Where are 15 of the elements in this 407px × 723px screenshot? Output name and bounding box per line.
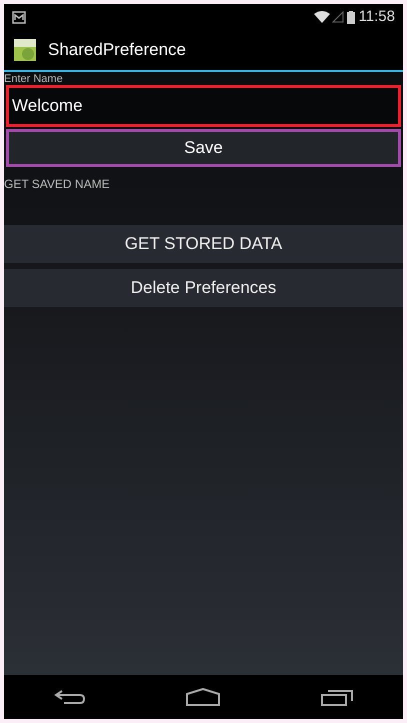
action-button[interactable]: GET STORED DATA — [4, 225, 403, 263]
action-button[interactable]: Delete Preferences — [4, 269, 403, 307]
back-icon[interactable] — [54, 689, 86, 705]
app-title: SharedPreference — [48, 39, 186, 62]
saved-name-label: GET SAVED NAME — [4, 176, 111, 193]
signal-icon — [332, 11, 344, 23]
battery-icon — [346, 10, 355, 24]
recent-apps-icon[interactable] — [320, 688, 353, 706]
wifi-icon — [314, 11, 330, 23]
save-button[interactable]: Save — [6, 129, 401, 167]
name-input-field[interactable]: Welcome — [6, 85, 401, 127]
home-icon[interactable] — [186, 688, 220, 706]
field-label: Enter Name — [4, 72, 64, 85]
clock-time: 11:58 — [358, 6, 395, 27]
mail-icon — [12, 10, 26, 24]
